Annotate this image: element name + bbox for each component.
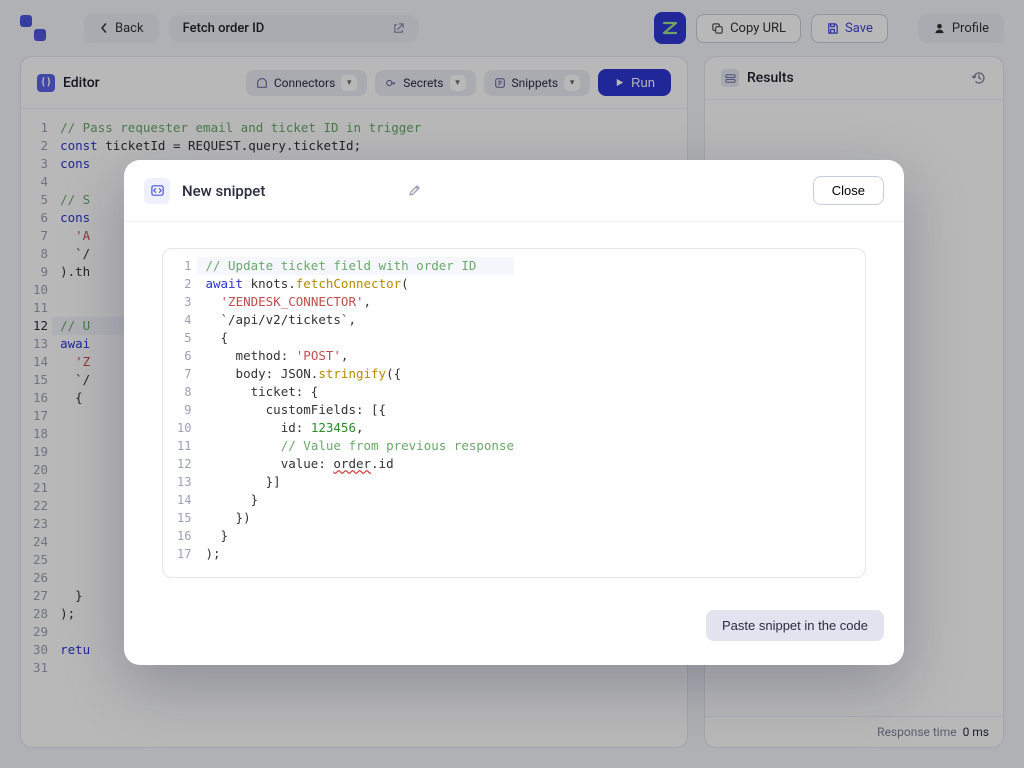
edit-title-icon[interactable] [407,184,421,198]
snippet-icon [144,178,170,204]
close-label: Close [832,183,865,198]
paste-snippet-button[interactable]: Paste snippet in the code [706,610,884,641]
new-snippet-modal: New snippet Close 1234567891011121314151… [124,160,904,665]
snippet-code[interactable]: 1234567891011121314151617 // Update tick… [162,248,866,578]
paste-snippet-label: Paste snippet in the code [722,618,868,633]
close-button[interactable]: Close [813,176,884,205]
modal-title: New snippet [182,182,265,200]
